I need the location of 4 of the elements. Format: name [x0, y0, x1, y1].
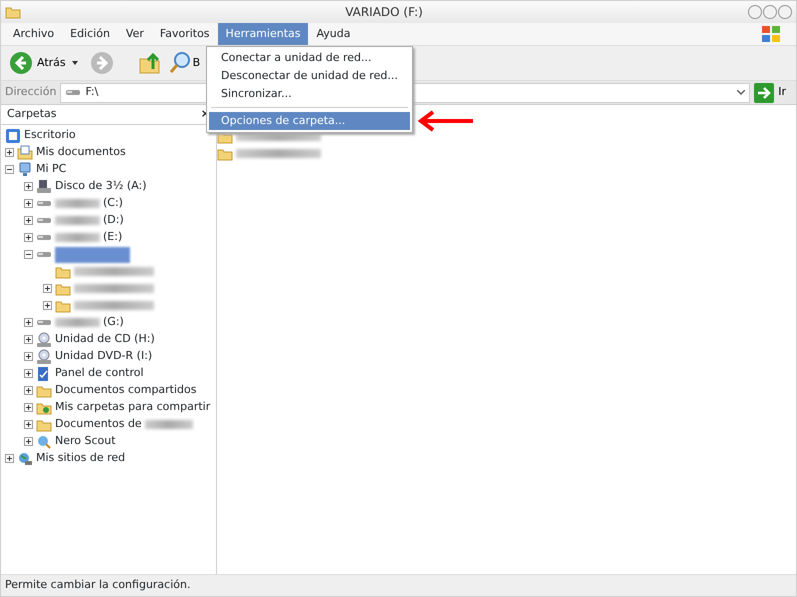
address-label: Dirección [5, 84, 56, 100]
window-title: VARIADO (F:) [344, 4, 424, 21]
pane-title: Carpetas [7, 106, 56, 122]
status-text: Permite cambiar la configuración. [5, 577, 190, 594]
